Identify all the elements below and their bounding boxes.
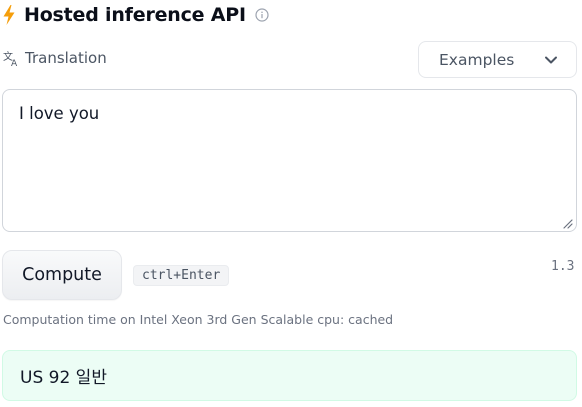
resize-handle-icon[interactable] [562,218,573,229]
widget-title: Hosted inference API [24,4,246,26]
keyboard-shortcut: ctrl+Enter [133,265,230,286]
task-type: 文 A Translation [3,49,107,67]
examples-dropdown[interactable]: Examples [418,41,577,78]
output-text: US 92 일반 [20,368,107,388]
computation-time: Computation time on Intel Xeon 3rd Gen S… [3,312,394,327]
svg-text:A: A [11,59,18,67]
task-label: Translation [25,49,107,67]
output-box: US 92 일반 [2,350,577,401]
compute-button[interactable]: Compute [2,250,122,300]
chevron-down-icon [544,55,558,65]
info-icon[interactable] [255,8,269,22]
examples-label: Examples [439,50,515,69]
version-label: 1.3 [551,259,575,274]
widget-header: Hosted inference API [0,2,269,28]
lightning-bolt-icon [1,4,17,26]
input-textarea[interactable]: I love you [2,89,577,232]
translation-icon: 文 A [3,50,20,67]
